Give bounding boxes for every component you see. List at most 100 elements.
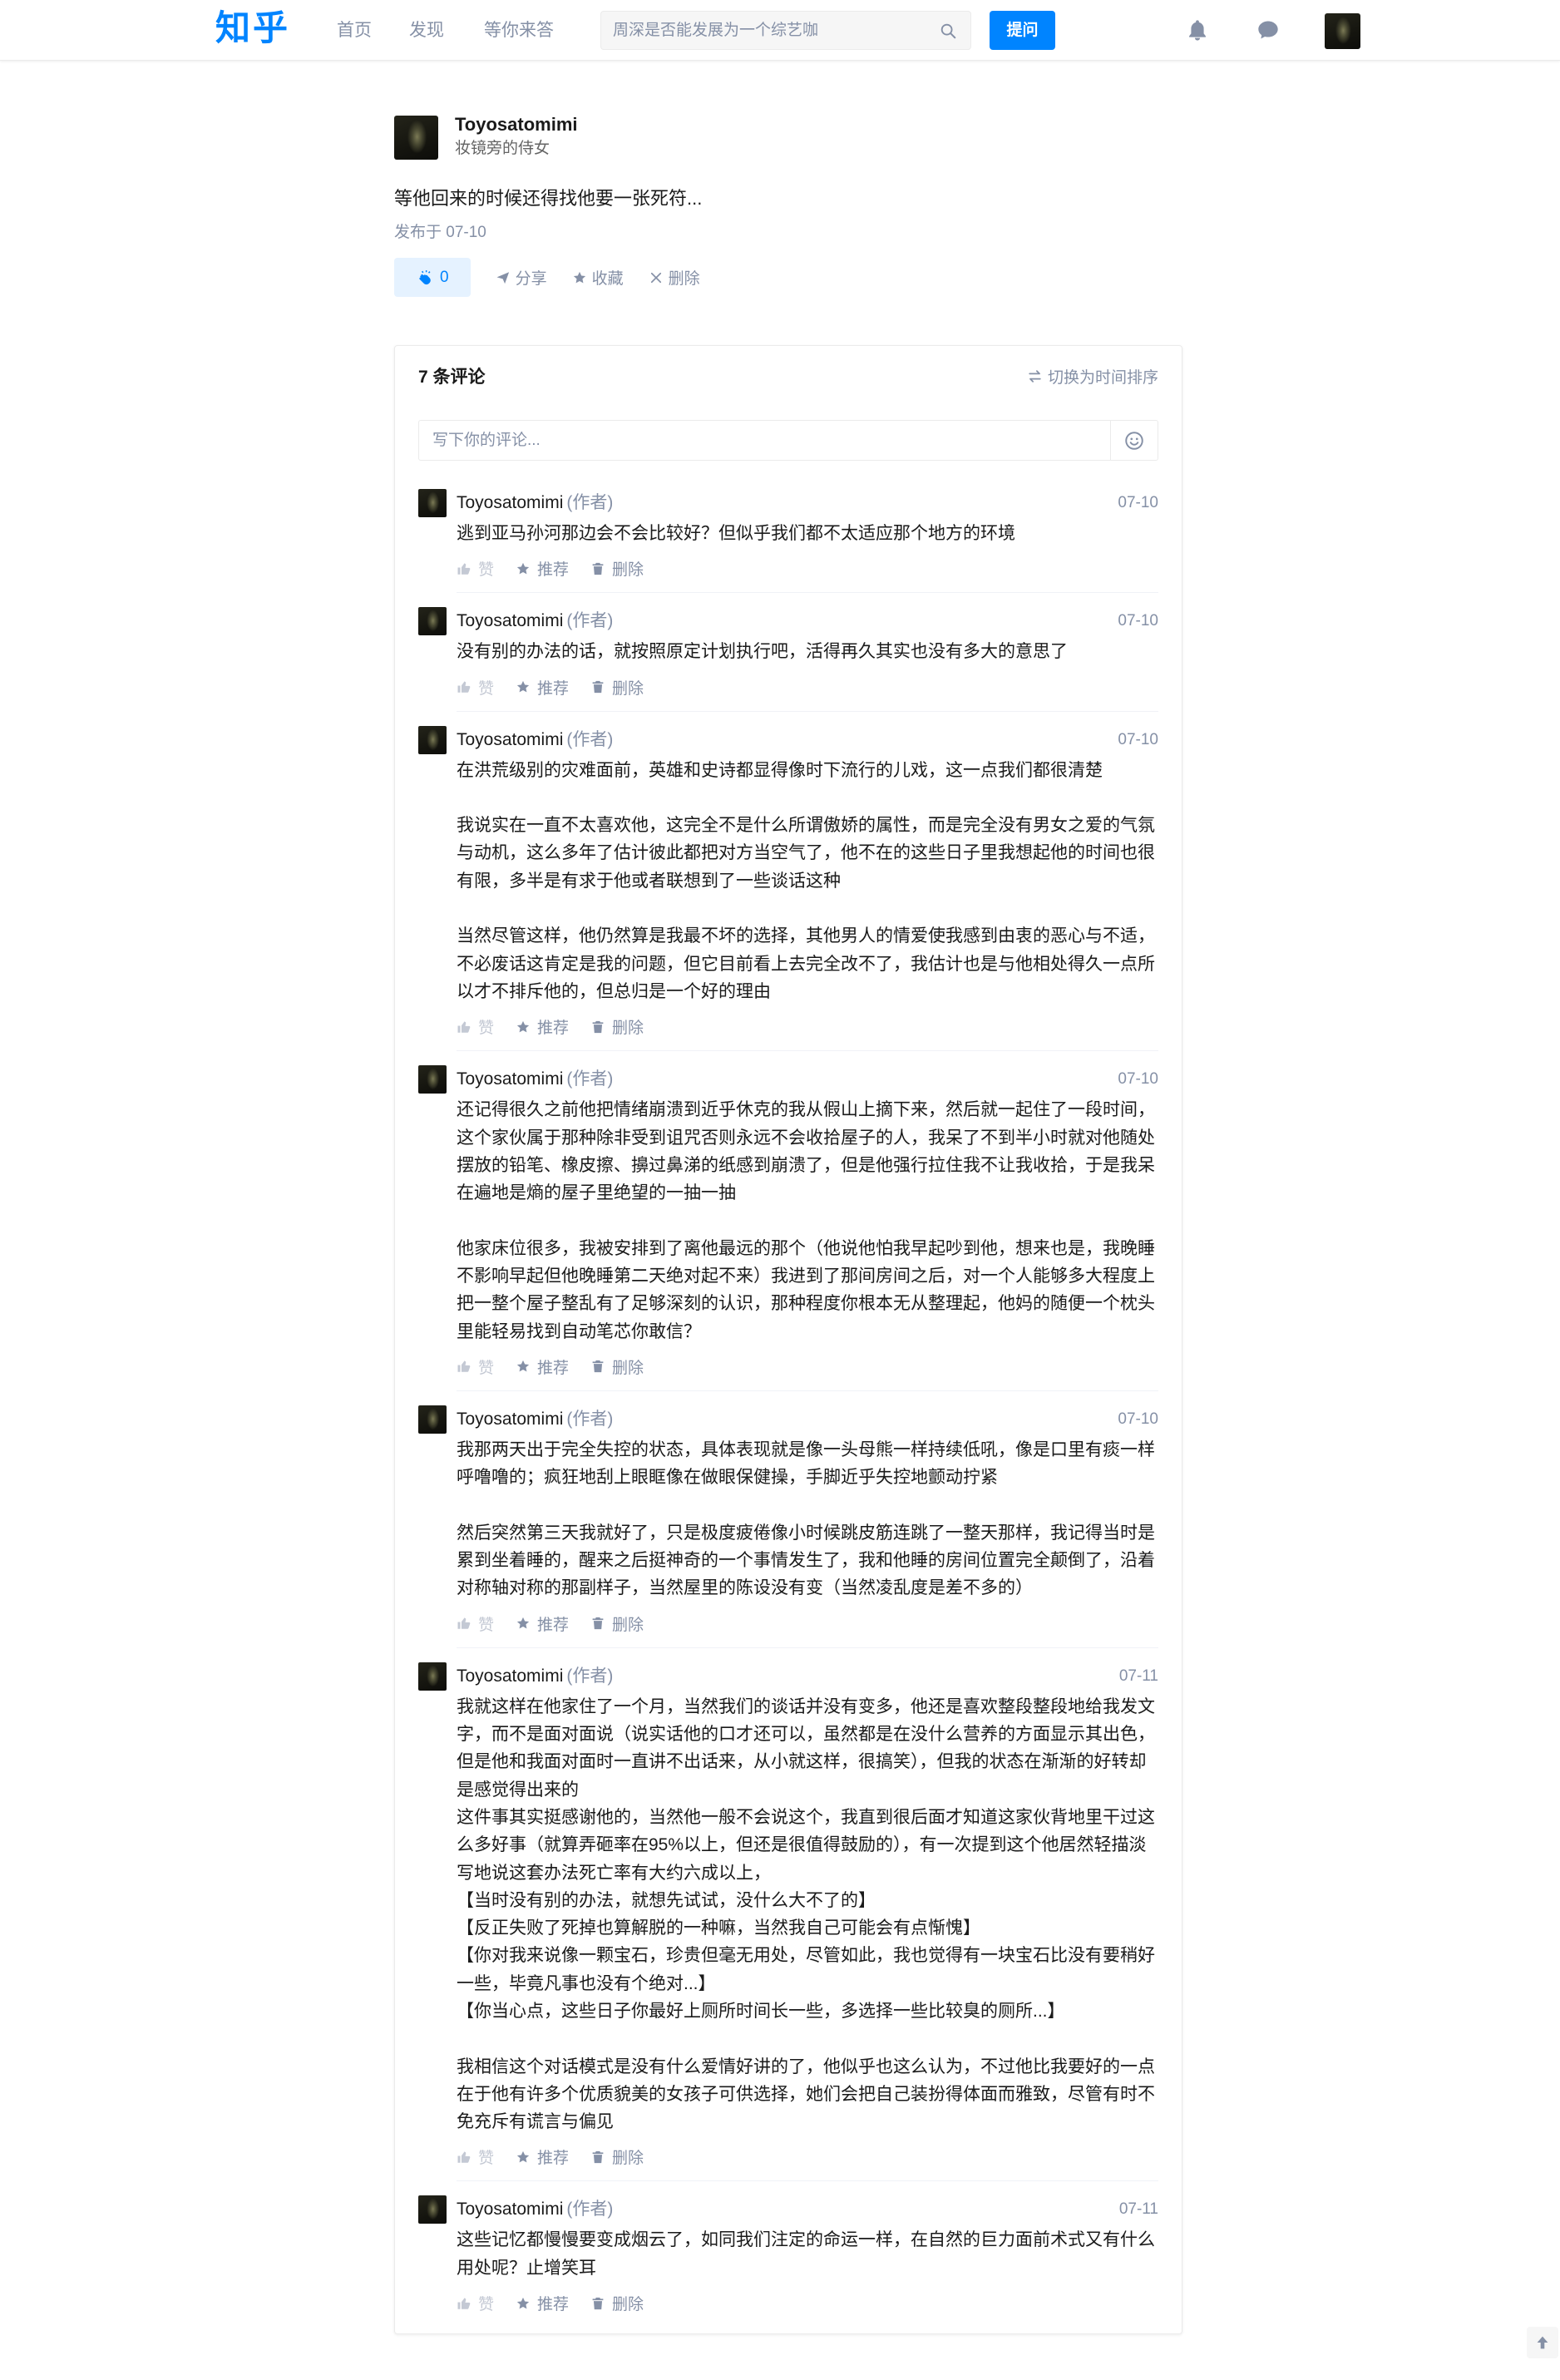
recommend-button[interactable]: 推荐 [516, 2292, 569, 2314]
delete-comment-button[interactable]: 删除 [590, 676, 644, 699]
share-button[interactable]: 分享 [496, 266, 547, 289]
nav-waiting-answers[interactable]: 等你来答 [484, 17, 554, 43]
comment-date: 07-10 [1118, 612, 1158, 630]
sort-toggle-button[interactable]: 切换为时间排序 [1027, 365, 1158, 388]
comment-author-name[interactable]: Toyosatomimi [457, 1410, 563, 1429]
delete-comment-button[interactable]: 删除 [590, 1355, 644, 1378]
comment-avatar[interactable] [418, 2195, 447, 2224]
like-button[interactable]: 赞 [457, 557, 494, 580]
nav-home[interactable]: 首页 [337, 17, 372, 43]
thumbs-up-icon [457, 681, 471, 693]
applause-button[interactable]: 0 [394, 258, 471, 297]
nav-explore[interactable]: 发现 [409, 17, 444, 43]
comments-count-title: 7 条评论 [418, 368, 486, 387]
search-box [600, 11, 971, 50]
star-icon [516, 1020, 530, 1033]
like-button[interactable]: 赞 [457, 2292, 494, 2314]
trash-icon [592, 2297, 604, 2309]
comment-avatar[interactable] [418, 489, 447, 517]
comment-text: 我就这样在他家住了一个月，当然我们的谈话并没有变多，他还是喜欢整段整段地给我发文… [457, 1696, 1155, 2132]
comment-avatar[interactable] [418, 725, 447, 754]
recommend-button[interactable]: 推荐 [516, 676, 569, 699]
author-tag: (作者) [566, 1666, 614, 1686]
delete-comment-button[interactable]: 删除 [590, 1612, 644, 1635]
comment-author-line: Toyosatomimi (作者) [457, 2195, 613, 2223]
recommend-button[interactable]: 推荐 [516, 2145, 569, 2168]
comment-date: 07-10 [1118, 494, 1158, 511]
search-icon[interactable] [939, 22, 957, 40]
like-label: 赞 [478, 2150, 495, 2168]
comment-avatar[interactable] [418, 1065, 447, 1094]
comment-author-line: Toyosatomimi (作者) [457, 1662, 613, 1690]
recommend-button[interactable]: 推荐 [516, 557, 569, 580]
comment-avatar[interactable] [418, 1405, 447, 1434]
comment-avatar[interactable] [418, 607, 447, 636]
delete-comment-button[interactable]: 删除 [590, 1015, 644, 1038]
recommend-label: 推荐 [537, 2150, 570, 2168]
author-tag: (作者) [566, 1069, 614, 1089]
comment-body: Toyosatomimi (作者) 07-10 我那两天出于完全失控的状态，具体表… [457, 1405, 1158, 1648]
delete-label: 删除 [612, 561, 644, 580]
author-tag: (作者) [566, 611, 614, 631]
comment-actions: 赞 推荐 删除 [457, 555, 1158, 582]
comment-date: 07-11 [1118, 1666, 1158, 1685]
comment-author-name[interactable]: Toyosatomimi [457, 1666, 563, 1686]
thumbs-up-icon [457, 1021, 471, 1033]
comment-input[interactable] [432, 421, 1098, 460]
recommend-button[interactable]: 推荐 [516, 1612, 569, 1635]
back-to-top-button[interactable] [1527, 2327, 1558, 2358]
delete-comment-button[interactable]: 删除 [590, 2145, 644, 2168]
comment-author-name[interactable]: Toyosatomimi [457, 611, 563, 630]
chat-icon[interactable] [1256, 18, 1280, 42]
comment-date: 07-10 [1118, 1410, 1158, 1428]
arrow-up-icon [1537, 2336, 1548, 2349]
delete-button[interactable]: 删除 [649, 266, 700, 289]
post-action-bar: 0 分享 收藏 删除 [394, 258, 1182, 297]
like-button[interactable]: 赞 [457, 2145, 494, 2168]
comment-item: Toyosatomimi (作者) 07-10 没有别的办法的话，就按照原定计划执… [418, 593, 1158, 712]
collect-button[interactable]: 收藏 [572, 266, 624, 289]
delete-comment-button[interactable]: 删除 [590, 2292, 644, 2314]
author-name[interactable]: Toyosatomimi [455, 114, 578, 136]
comment-author-name[interactable]: Toyosatomimi [457, 493, 563, 512]
like-button[interactable]: 赞 [457, 676, 494, 699]
delete-label: 删除 [612, 1020, 644, 1038]
post-author: Toyosatomimi 妆镜旁的侍女 [394, 114, 1182, 160]
search-input[interactable] [613, 12, 929, 49]
like-button[interactable]: 赞 [457, 1355, 494, 1378]
ask-question-button[interactable]: 提问 [990, 11, 1055, 50]
comment-author-line: Toyosatomimi (作者) [457, 726, 613, 753]
recommend-button[interactable]: 推荐 [516, 1015, 569, 1038]
comment-input-box [418, 420, 1158, 461]
comment-text: 没有别的办法的话，就按照原定计划执行吧，活得再久其实也没有多大的意思了 [457, 642, 1068, 662]
recommend-button[interactable]: 推荐 [516, 1355, 569, 1378]
like-button[interactable]: 赞 [457, 1015, 494, 1038]
delete-comment-button[interactable]: 删除 [590, 557, 644, 580]
bell-icon[interactable] [1186, 18, 1209, 42]
comment-body: Toyosatomimi (作者) 07-10 逃到亚马孙河那边会不会比较好？但似… [457, 489, 1158, 594]
comment-actions: 赞 推荐 删除 [457, 1610, 1158, 1637]
comment-author-name[interactable]: Toyosatomimi [457, 2200, 563, 2219]
like-button[interactable]: 赞 [457, 1612, 494, 1635]
recommend-label: 推荐 [537, 1359, 570, 1377]
comment-text: 还记得很久之前他把情绪崩溃到近乎休克的我从假山上摘下来，然后就一起住了一段时间，… [457, 1100, 1155, 1341]
comment-item: Toyosatomimi (作者) 07-10 还记得很久之前他把情绪崩溃到近乎休… [418, 1051, 1158, 1391]
like-label: 赞 [478, 679, 495, 698]
comment-body: Toyosatomimi (作者) 07-10 还记得很久之前他把情绪崩溃到近乎休… [457, 1065, 1158, 1391]
emoji-button[interactable] [1110, 421, 1158, 460]
comment-list: Toyosatomimi (作者) 07-10 逃到亚马孙河那边会不会比较好？但似… [418, 461, 1158, 2327]
comment-avatar[interactable] [418, 1662, 447, 1691]
trash-icon [592, 680, 604, 694]
comment-author-name[interactable]: Toyosatomimi [457, 1069, 563, 1089]
star-icon [516, 680, 530, 693]
comment-author-name[interactable]: Toyosatomimi [457, 730, 563, 749]
author-avatar[interactable] [394, 116, 438, 160]
comment-header: Toyosatomimi (作者) 07-11 [457, 2195, 1158, 2223]
comment-date: 07-10 [1118, 1070, 1158, 1089]
zhihu-logo[interactable]: 知乎 [215, 7, 290, 52]
comment-header: Toyosatomimi (作者) 07-11 [457, 1662, 1158, 1690]
thumbs-up-icon [457, 1617, 471, 1629]
comment-header: Toyosatomimi (作者) 07-10 [457, 489, 1158, 516]
star-icon [516, 562, 530, 575]
user-avatar[interactable] [1325, 13, 1360, 49]
